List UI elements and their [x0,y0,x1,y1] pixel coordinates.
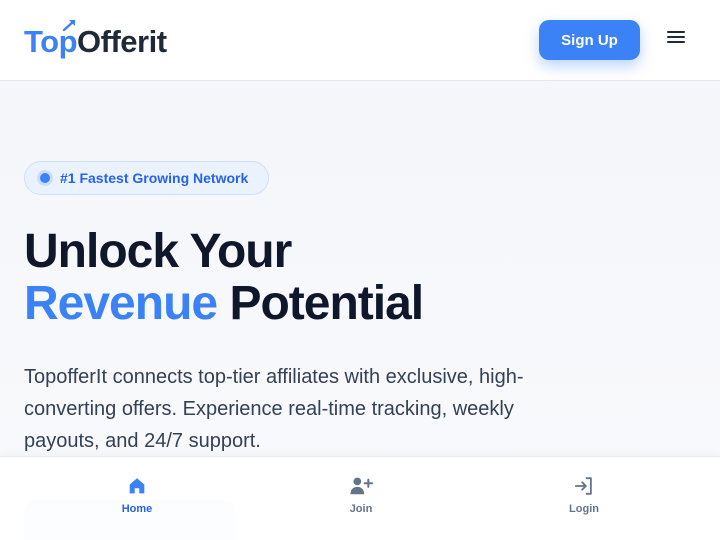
badge-label: #1 Fastest Growing Network [60,170,249,186]
brand-logo[interactable]: TopOfferit [24,19,167,62]
bottom-navigation: Home Join Login [0,456,720,540]
logo-text-offerit: Offerit [77,24,167,59]
login-icon [574,477,592,495]
status-dot-icon [40,173,50,183]
page: TopOfferit Sign Up #1 Fastest Growing Ne… [0,0,720,540]
hamburger-menu-icon[interactable] [664,28,688,48]
nav-label-login: Login [569,503,599,515]
home-icon [129,478,145,494]
headline-rest: Potential [229,277,424,330]
nav-item-login[interactable]: Login [534,475,634,523]
nav-label-home: Home [121,503,153,515]
hero-headline: Unlock Your Revenue Potential [24,226,704,330]
user-plus-icon [350,477,373,495]
nav-item-join[interactable]: Join [311,475,411,523]
nav-item-home[interactable]: Home [87,475,187,523]
top-header: TopOfferit Sign Up [0,0,720,81]
network-badge: #1 Fastest Growing Network [24,161,269,195]
headline-accent: Revenue [24,277,218,330]
headline-line1: Unlock Your [24,225,292,278]
logo-arrow-icon [62,19,76,32]
nav-label-join: Join [349,503,373,515]
hero-description: TopofferIt connects top-tier affiliates … [24,366,524,452]
sign-up-button[interactable]: Sign Up [539,20,640,60]
